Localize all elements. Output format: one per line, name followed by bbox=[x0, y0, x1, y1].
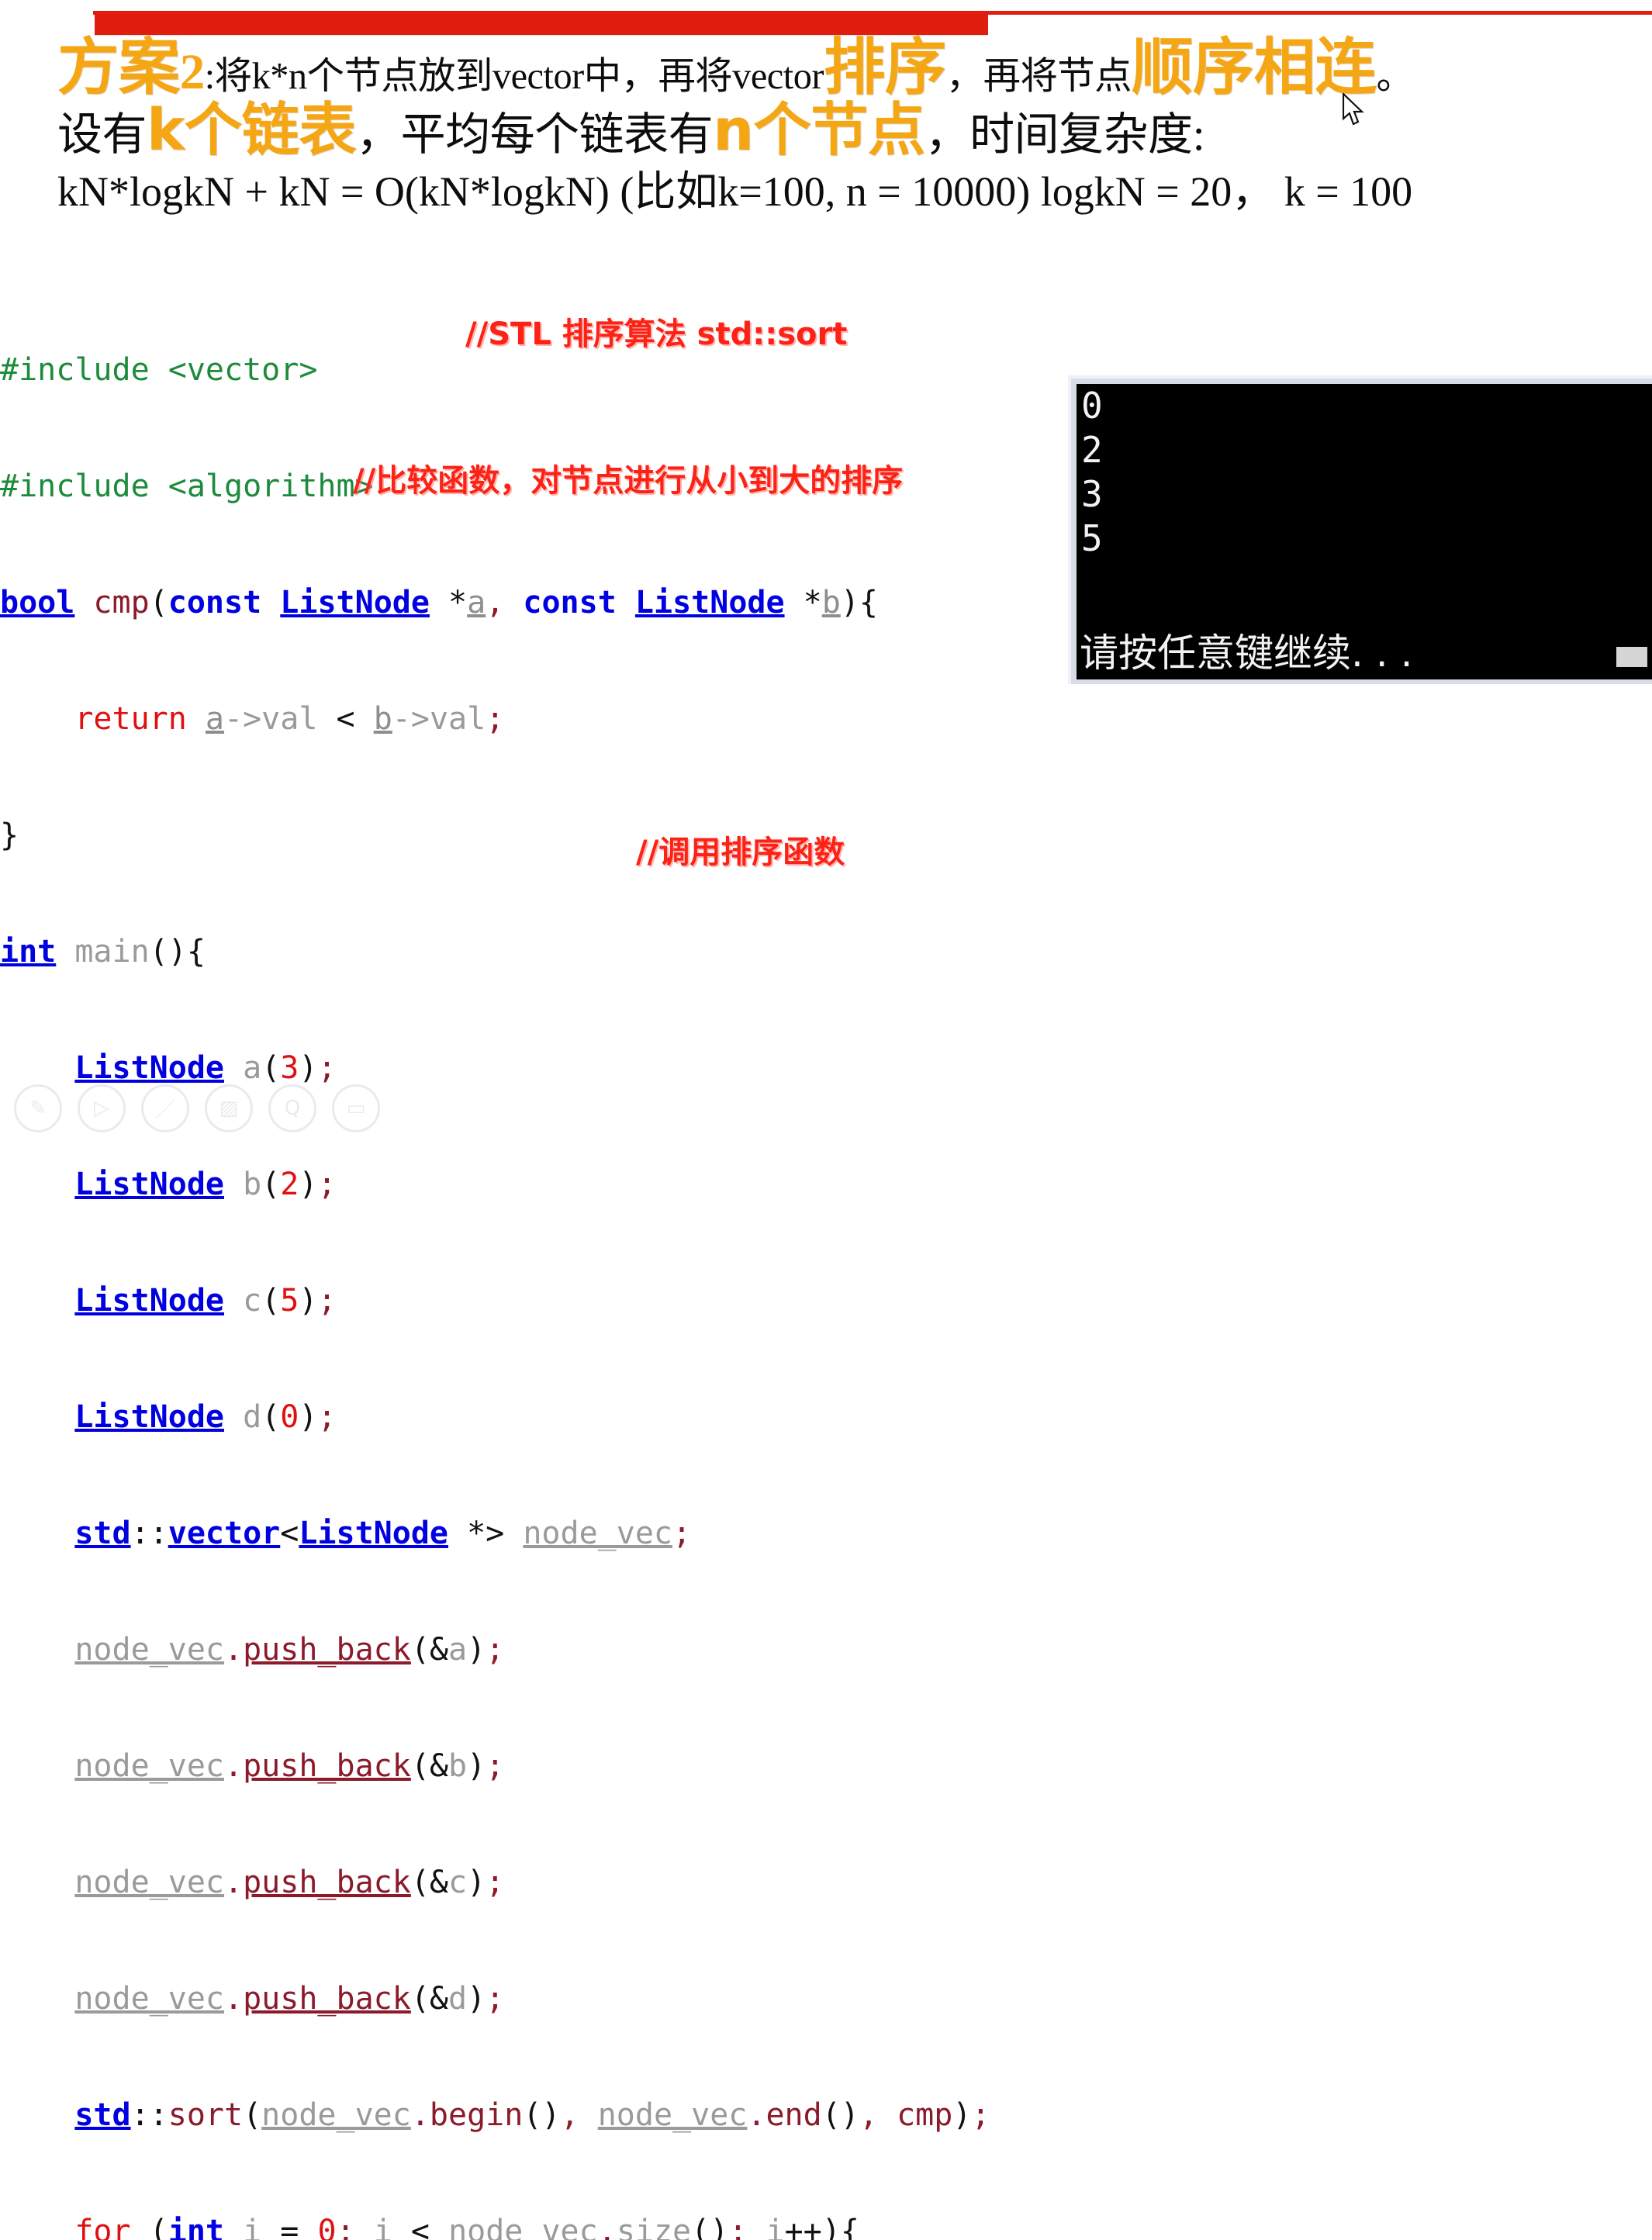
code-line: ListNode b(2); bbox=[74, 1167, 337, 1202]
eraser-icon[interactable]: ▨ bbox=[205, 1084, 253, 1132]
headline-period: 。 bbox=[1376, 56, 1414, 97]
headline-colon: : bbox=[204, 56, 215, 97]
code-line: node_vec.push_back(&c); bbox=[74, 1865, 505, 1900]
note-icon[interactable]: ▭ bbox=[332, 1084, 380, 1132]
complexity-formula: kN*logkN + kN = O(kN*logkN) (比如k=100, n … bbox=[57, 168, 1413, 215]
code-line: int main(){ bbox=[0, 934, 206, 970]
code-line: } bbox=[0, 818, 19, 853]
code-line: node_vec.push_back(&b); bbox=[74, 1748, 505, 1784]
headline-highlight-sort: 排序 bbox=[824, 31, 946, 103]
console-output-window[interactable]: 0 2 3 5 请按任意键继续. . . bbox=[1068, 375, 1652, 684]
code-line: node_vec.push_back(&a); bbox=[74, 1632, 505, 1668]
annotation-stl-sort: //STL 排序算法 std::sort bbox=[465, 316, 848, 352]
code-line: bool cmp(const ListNode *a, const ListNo… bbox=[0, 585, 878, 620]
headline-line2-suffix: ，时间复杂度: bbox=[924, 109, 1205, 160]
headline-line2-prefix: 设有 bbox=[57, 109, 147, 160]
headline-text-mid-2: ，再将节点 bbox=[945, 56, 1132, 97]
plan-label: 方案 bbox=[57, 31, 180, 103]
headline-highlight-k-lists: k个链表 bbox=[147, 96, 357, 164]
headline-text-mid-1: 将k*n个节点放到vector中，再将vector bbox=[214, 56, 824, 97]
code-line: std::vector<ListNode *> node_vec; bbox=[74, 1516, 692, 1551]
console-output-line: 2 bbox=[1081, 429, 1104, 471]
pen-icon[interactable]: ✎ bbox=[14, 1084, 62, 1132]
headline-line2-middle: ，平均每个链表有 bbox=[356, 109, 714, 160]
console-output-line: 0 bbox=[1081, 385, 1104, 427]
magnifier-icon[interactable]: Q bbox=[268, 1084, 316, 1132]
annotation-toolbar[interactable]: ✎ ▷ ／ ▨ Q ▭ bbox=[14, 1084, 380, 1132]
code-line: return a->val < b->val; bbox=[74, 701, 505, 737]
console-output-line: 3 bbox=[1081, 473, 1104, 515]
annotation-compare-func: //比较函数，对节点进行从小到大的排序 bbox=[353, 463, 904, 499]
mouse-pointer-icon bbox=[1343, 93, 1364, 126]
annotation-call-sort: //调用排序函数 bbox=[636, 835, 845, 870]
console-screen: 0 2 3 5 请按任意键继续. . . bbox=[1077, 384, 1652, 679]
plan-number: 2 bbox=[179, 44, 206, 100]
code-line: ListNode d(0); bbox=[74, 1399, 337, 1435]
highlighter-icon[interactable]: ／ bbox=[141, 1084, 189, 1132]
code-line: #include <vector> bbox=[0, 352, 318, 388]
code-line: ListNode a(3); bbox=[74, 1050, 337, 1086]
console-press-any-key-prompt: 请按任意键继续. . . bbox=[1080, 631, 1413, 676]
headline-highlight-n-nodes: n个节点 bbox=[713, 96, 925, 164]
code-line: std::sort(node_vec.begin(), node_vec.end… bbox=[74, 2097, 990, 2133]
pointer-icon[interactable]: ▷ bbox=[78, 1084, 126, 1132]
console-output-line: 5 bbox=[1081, 517, 1104, 559]
headline-highlight-link-in-order: 顺序相连 bbox=[1132, 31, 1377, 103]
console-cursor-block bbox=[1616, 647, 1647, 667]
code-line: ListNode c(5); bbox=[74, 1283, 337, 1319]
code-line: for (int i = 0; i < node_vec.size(); i++… bbox=[74, 2214, 859, 2240]
code-listing: #include <vector> #include <algorithm> b… bbox=[0, 273, 1086, 2240]
headline-line-2: 设有k个链表，平均每个链表有n个节点，时间复杂度: bbox=[57, 101, 1205, 163]
slide-headline: 方案2:将k*n个节点放到vector中，再将vector排序，再将节点顺序相连… bbox=[0, 34, 1652, 244]
code-line: node_vec.push_back(&d); bbox=[74, 1981, 505, 2017]
